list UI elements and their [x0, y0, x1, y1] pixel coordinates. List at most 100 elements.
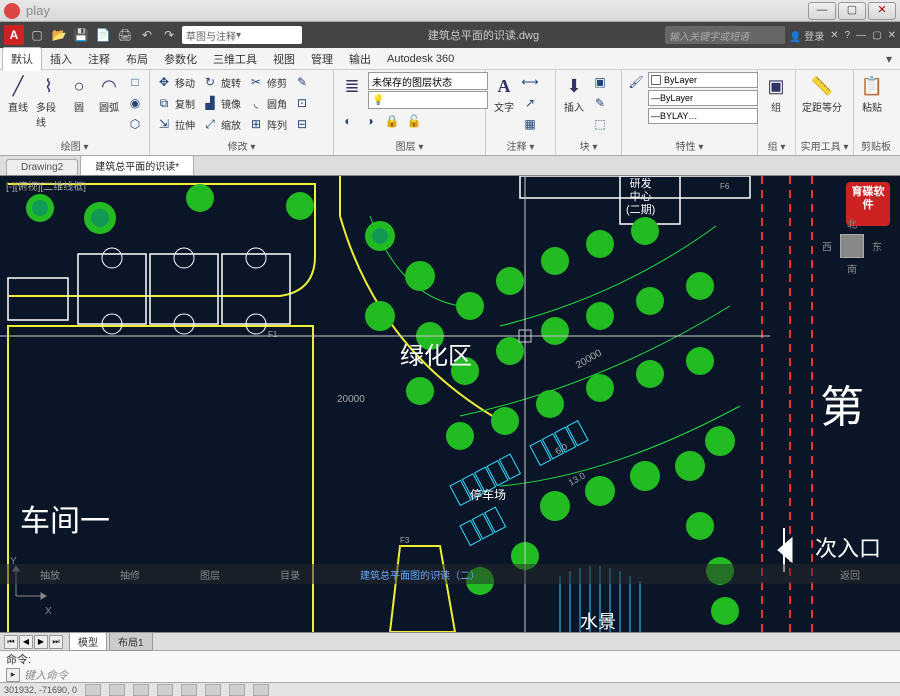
maximize-button[interactable]: ▢: [838, 2, 866, 20]
draw-extra3[interactable]: ⬡: [125, 114, 145, 134]
tab-manage[interactable]: 管理: [303, 48, 341, 70]
saveas-icon[interactable]: 📄: [94, 26, 112, 44]
move-button[interactable]: ✥移动: [154, 72, 198, 92]
copy-button[interactable]: ⧉复制: [154, 93, 198, 113]
viewport-label[interactable]: [-][俯视][二维线框]: [6, 178, 86, 193]
draw-extra1[interactable]: □: [125, 72, 145, 92]
arc-button[interactable]: ◠圆弧: [95, 72, 123, 116]
inner-min[interactable]: —: [856, 30, 866, 41]
color-combo[interactable]: ByLayer: [648, 72, 758, 88]
help-search[interactable]: 输入关键字或短语: [665, 26, 785, 44]
layer-tool3[interactable]: 🔒: [382, 111, 402, 131]
tab-prev-icon[interactable]: ◀: [19, 635, 33, 649]
tab-last-icon[interactable]: ⏭: [49, 635, 63, 649]
tab-autodesk360[interactable]: Autodesk 360: [379, 50, 462, 68]
snap-toggle[interactable]: [85, 684, 101, 696]
history-item[interactable]: 抽修: [120, 567, 140, 582]
tab-insert[interactable]: 插入: [42, 48, 80, 70]
paste-button[interactable]: 📋粘贴: [858, 72, 886, 116]
ortho-toggle[interactable]: [133, 684, 149, 696]
draw-extra2[interactable]: ◉: [125, 93, 145, 113]
rotate-button[interactable]: ↻旋转: [200, 72, 244, 92]
tab-annotate[interactable]: 注释: [80, 48, 118, 70]
tab-view[interactable]: 视图: [265, 48, 303, 70]
tab-layout[interactable]: 布局: [118, 48, 156, 70]
viewcube-top[interactable]: [840, 234, 864, 258]
text-button[interactable]: A文字: [490, 72, 518, 116]
tab-parametric[interactable]: 参数化: [156, 48, 205, 70]
lineweight-combo[interactable]: — ByLayer: [648, 90, 758, 106]
history-item[interactable]: 图层: [200, 567, 220, 582]
history-item[interactable]: 抽放: [40, 567, 60, 582]
polyline-button[interactable]: ⌇多段线: [34, 72, 63, 131]
undo-icon[interactable]: ↶: [138, 26, 156, 44]
history-item[interactable]: 目录: [280, 567, 300, 582]
doctab-drawing2[interactable]: Drawing2: [6, 159, 78, 175]
help-icon[interactable]: ?: [845, 30, 851, 41]
app-logo[interactable]: A: [4, 25, 24, 45]
group-button[interactable]: ▣组: [762, 72, 790, 116]
mirror-button[interactable]: ▟镜像: [200, 93, 244, 113]
fillet-button[interactable]: ◟圆角: [246, 93, 290, 113]
layer-state-combo[interactable]: 未保存的图层状态: [368, 72, 488, 90]
doctab-current[interactable]: 建筑总平面的识读*: [80, 155, 194, 175]
tab-default[interactable]: 默认: [2, 47, 42, 71]
model-tab[interactable]: 模型: [69, 632, 107, 651]
exchange-icon[interactable]: ✕: [830, 30, 838, 41]
line-button[interactable]: ╱直线: [4, 72, 32, 116]
dyn-toggle[interactable]: [229, 684, 245, 696]
tab-next-icon[interactable]: ▶: [34, 635, 48, 649]
otrack-toggle[interactable]: [205, 684, 221, 696]
insert-button[interactable]: ⬇插入: [560, 72, 588, 116]
tab-3dtools[interactable]: 三维工具: [205, 48, 265, 70]
layout-tabs: ⏮ ◀ ▶ ⏭ 模型 布局1: [0, 632, 900, 650]
redo-icon[interactable]: ↷: [160, 26, 178, 44]
layer-tool4[interactable]: 🔓: [404, 111, 424, 131]
modify-extra3[interactable]: ⊟: [292, 114, 312, 134]
tab-first-icon[interactable]: ⏮: [4, 635, 18, 649]
command-line[interactable]: 命令: ▸ 键入命令: [0, 650, 900, 682]
modify-extra1[interactable]: ✎: [292, 72, 312, 92]
block-tool3[interactable]: ⬚: [590, 114, 610, 134]
window-title: play: [26, 3, 50, 18]
trim-button[interactable]: ✂修剪: [246, 72, 290, 92]
viewcube[interactable]: 北 南 东 西: [822, 216, 882, 276]
linetype-combo[interactable]: — BYLAY…: [648, 108, 758, 124]
stretch-button[interactable]: ⇲拉伸: [154, 114, 198, 134]
login-button[interactable]: 👤 登录: [789, 28, 824, 43]
open-icon[interactable]: 📂: [50, 26, 68, 44]
history-back[interactable]: 返回: [840, 567, 860, 582]
polar-toggle[interactable]: [157, 684, 173, 696]
block-tool1[interactable]: ▣: [590, 72, 610, 92]
layout1-tab[interactable]: 布局1: [109, 632, 153, 651]
modify-extra2[interactable]: ⊡: [292, 93, 312, 113]
layer-props-button[interactable]: ≣: [338, 72, 366, 109]
layer-tool1[interactable]: ◐: [338, 111, 358, 131]
plot-icon[interactable]: 🖨: [116, 26, 134, 44]
close-button[interactable]: ✕: [868, 2, 896, 20]
scale-button[interactable]: ⤢缩放: [200, 114, 244, 134]
lwt-toggle[interactable]: [253, 684, 269, 696]
inner-max[interactable]: ▢: [872, 30, 881, 41]
table-button[interactable]: ▦: [520, 114, 540, 134]
circle-button[interactable]: ○圆: [65, 72, 93, 116]
history-current[interactable]: 建筑总平面图的识读（二）: [360, 567, 480, 582]
layer-current-combo[interactable]: 💡: [368, 91, 488, 109]
measure-button[interactable]: 📏定距等分: [800, 72, 844, 116]
new-icon[interactable]: ▢: [28, 26, 46, 44]
block-tool2[interactable]: ✎: [590, 93, 610, 113]
inner-close[interactable]: ✕: [888, 30, 896, 41]
save-icon[interactable]: 💾: [72, 26, 90, 44]
grid-toggle[interactable]: [109, 684, 125, 696]
drawing-canvas[interactable]: [-][俯视][二维线框] 绿化区 车间一 停车场 水景 研发 中心 (二期) …: [0, 176, 900, 632]
layer-tool2[interactable]: ◑: [360, 111, 380, 131]
workspace-selector[interactable]: 草图与注释 ▾: [182, 26, 302, 44]
match-props-button[interactable]: 🖌: [626, 72, 646, 92]
dim-button[interactable]: ⟷: [520, 72, 540, 92]
tab-output[interactable]: 输出: [341, 48, 379, 70]
ribbon-collapse-icon[interactable]: ▾: [880, 50, 898, 68]
array-button[interactable]: ⊞阵列: [246, 114, 290, 134]
osnap-toggle[interactable]: [181, 684, 197, 696]
leader-button[interactable]: ↗: [520, 93, 540, 113]
minimize-button[interactable]: —: [808, 2, 836, 20]
